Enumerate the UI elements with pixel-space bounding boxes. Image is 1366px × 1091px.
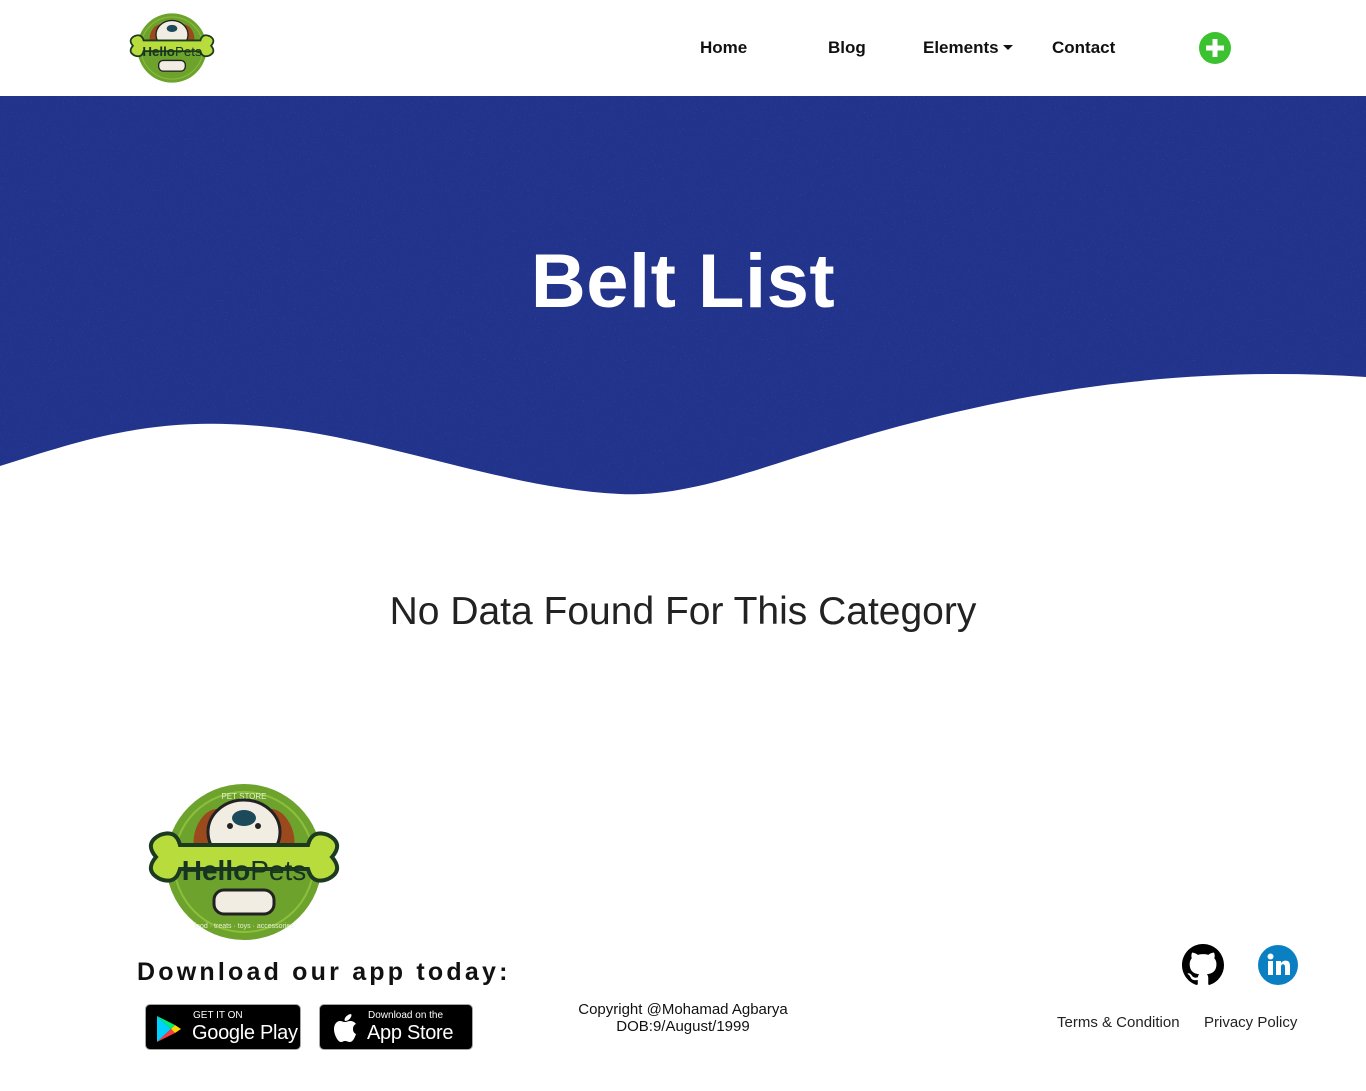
app-store-big-text: App Store [367, 1022, 454, 1044]
copyright-block: Copyright @Mohamad Agbarya DOB:9/August/… [483, 1001, 883, 1035]
github-icon [1182, 944, 1224, 985]
terms-link[interactable]: Terms & Condition [1057, 1014, 1180, 1031]
nav-blog[interactable]: Blog [828, 38, 866, 58]
download-app-heading: Download our app today: [137, 958, 511, 986]
plus-icon [1206, 39, 1224, 57]
google-play-icon [157, 1016, 181, 1042]
app-store-small-text: Download on the [368, 1010, 444, 1021]
apple-icon [334, 1014, 356, 1042]
footer-hellopets-logo[interactable]: PET STORE HelloPets food · treats · toys… [136, 782, 352, 942]
nav-elements-label: Elements [923, 38, 999, 57]
svg-text:HelloPets: HelloPets [182, 855, 307, 886]
nav-home[interactable]: Home [700, 38, 747, 58]
add-button[interactable] [1199, 32, 1231, 64]
app-store-button[interactable]: Download on the App Store [319, 1004, 473, 1050]
page-title: Belt List [530, 239, 836, 324]
google-play-small-text: GET IT ON [193, 1010, 243, 1021]
dob-text: DOB:9/August/1999 [616, 1018, 750, 1035]
logo-tagline-text: food · treats · toys · accessories [194, 923, 294, 930]
caret-down-icon [1002, 44, 1013, 50]
google-play-button[interactable]: GET IT ON Google Play [145, 1004, 301, 1050]
github-link[interactable] [1182, 944, 1224, 986]
linkedin-icon [1258, 945, 1298, 985]
nav-contact[interactable]: Contact [1052, 38, 1115, 58]
footer-logo-pets-text: Pets [250, 855, 306, 886]
site-header: HelloPets Home Blog Elements Contact [0, 0, 1366, 96]
nav-elements-dropdown[interactable]: Elements [923, 38, 1013, 58]
linkedin-link[interactable] [1257, 944, 1299, 986]
copyright-text: Copyright @Mohamad Agbarya [578, 1001, 788, 1018]
empty-state-message: No Data Found For This Category [389, 590, 977, 633]
logo-pets-text: Pets [175, 44, 202, 59]
footer-logo-hello-text: Hello [182, 855, 250, 886]
privacy-link[interactable]: Privacy Policy [1204, 1014, 1297, 1031]
logo-hello-text: Hello [142, 44, 175, 59]
google-play-big-text: Google Play [192, 1022, 298, 1044]
page-banner: Belt List [0, 96, 1366, 496]
svg-text:HelloPets: HelloPets [142, 44, 202, 59]
hellopets-logo[interactable]: HelloPets [124, 12, 220, 84]
